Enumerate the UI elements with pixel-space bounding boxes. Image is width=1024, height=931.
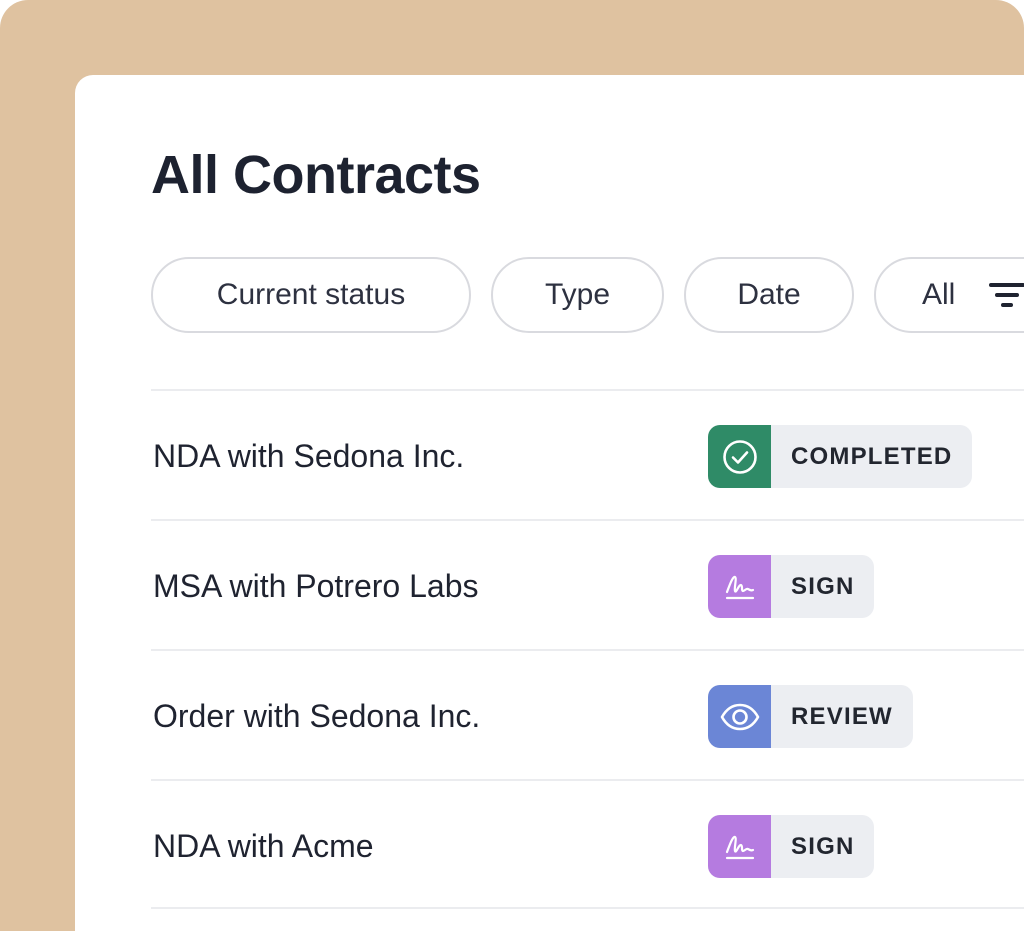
page-title: All Contracts: [151, 145, 481, 205]
status-badge-sign[interactable]: SIGN: [708, 555, 875, 618]
signature-icon: [708, 555, 771, 618]
filter-type-button[interactable]: Type: [491, 257, 664, 333]
filter-bar: Current status Type Date All: [151, 257, 1024, 333]
status-label: SIGN: [791, 573, 855, 600]
check-circle-icon: [708, 425, 771, 488]
status-badge-review[interactable]: REVIEW: [708, 685, 913, 748]
filter-label: Type: [544, 278, 611, 311]
contracts-list: NDA with Sedona Inc. COMPLETED MSA with …: [151, 389, 1024, 909]
table-row[interactable]: NDA with Acme SIGN: [151, 779, 1024, 909]
eye-icon: [708, 685, 771, 748]
table-row[interactable]: MSA with Potrero Labs SIGN: [151, 519, 1024, 649]
status-label: COMPLETED: [791, 443, 953, 470]
status-label: REVIEW: [791, 703, 893, 730]
contract-name: NDA with Acme: [153, 828, 374, 864]
filter-date-button[interactable]: Date: [684, 257, 854, 333]
contract-name: NDA with Sedona Inc.: [153, 438, 465, 474]
filter-all-button[interactable]: All: [874, 257, 1024, 333]
table-row[interactable]: Order with Sedona Inc. REVIEW: [151, 649, 1024, 779]
filter-current-status-button[interactable]: Current status: [151, 257, 471, 333]
contracts-panel: All Contracts Current status Type Date A…: [75, 75, 1024, 931]
filter-label: Current status: [216, 278, 406, 311]
filter-label: All: [922, 278, 956, 311]
signature-icon: [708, 815, 771, 878]
table-row[interactable]: NDA with Sedona Inc. COMPLETED: [151, 389, 1024, 519]
contract-name: MSA with Potrero Labs: [153, 568, 479, 604]
filter-label: Date: [737, 278, 801, 311]
status-label: SIGN: [791, 833, 855, 860]
status-badge-completed[interactable]: COMPLETED: [708, 425, 973, 488]
backdrop: All Contracts Current status Type Date A…: [0, 0, 1024, 931]
filter-icon: [989, 282, 1024, 308]
contract-name: Order with Sedona Inc.: [153, 698, 481, 734]
status-badge-sign[interactable]: SIGN: [708, 815, 875, 878]
